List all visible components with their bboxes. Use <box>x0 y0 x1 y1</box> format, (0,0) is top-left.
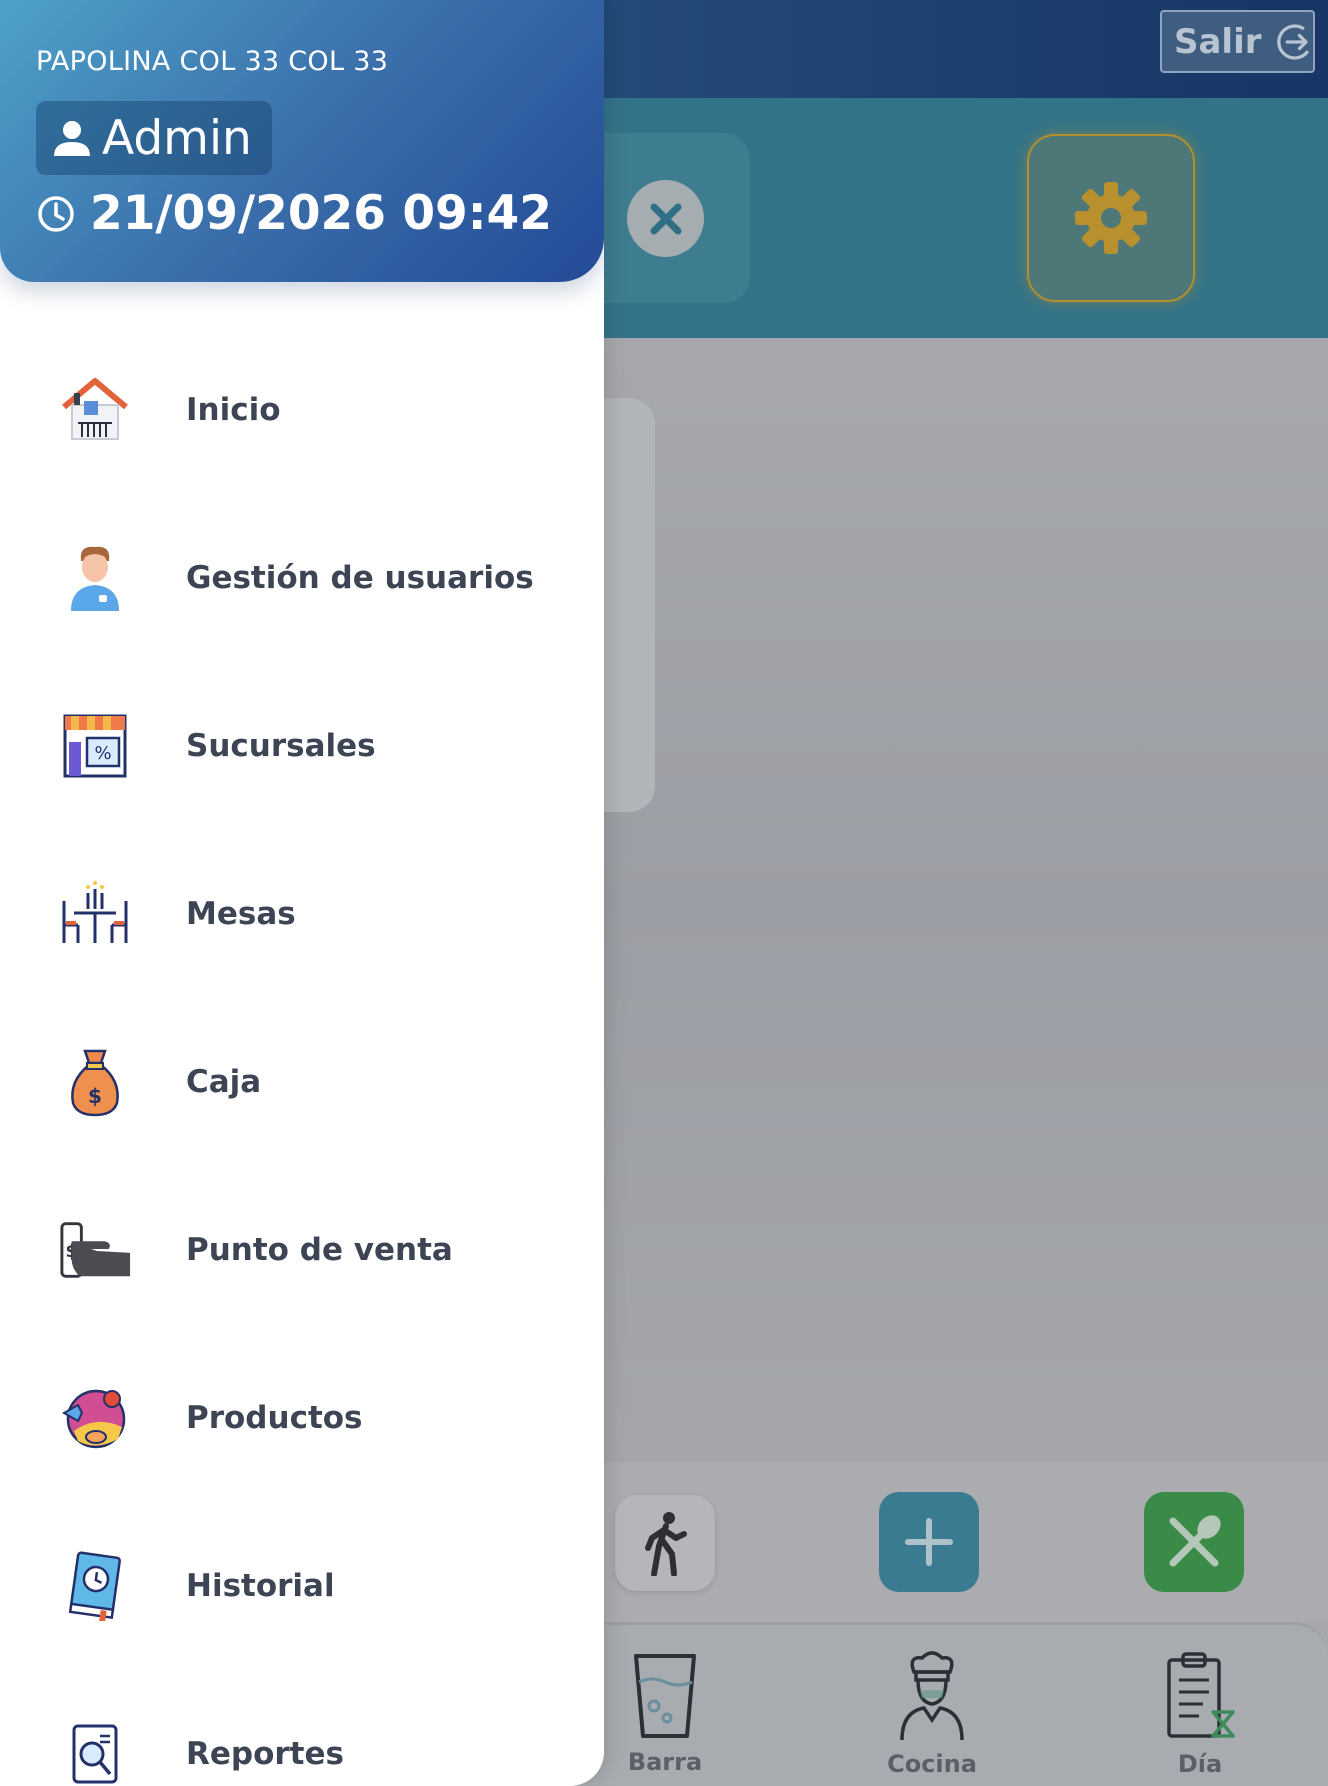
walk-in-button[interactable] <box>615 1495 715 1591</box>
history-book-icon <box>58 1549 132 1623</box>
menu-label-historial: Historial <box>186 1568 335 1604</box>
glass-icon <box>634 1654 696 1738</box>
menu-item-sucursales[interactable]: % Sucursales <box>0 662 604 830</box>
gear-icon <box>1075 182 1147 254</box>
menu-item-punto-venta[interactable]: $ Punto de venta <box>0 1166 604 1334</box>
nav-label-barra: Barra <box>627 1748 703 1776</box>
store-icon: % <box>58 709 132 783</box>
user-profile-icon <box>58 541 132 615</box>
nav-item-cocina[interactable]: Cocina <box>852 1650 1012 1780</box>
svg-text:$: $ <box>88 1084 102 1108</box>
menu-item-historial[interactable]: Historial <box>0 1502 604 1670</box>
logout-button[interactable]: Salir <box>1160 10 1315 73</box>
dine-in-button[interactable] <box>1144 1492 1244 1592</box>
clipboard-hourglass-icon <box>1167 1652 1235 1738</box>
menu-item-mesas[interactable]: Mesas <box>0 830 604 998</box>
table-icon <box>58 877 132 951</box>
menu-label-gestion-usuarios: Gestión de usuarios <box>186 560 534 596</box>
drawer-menu: Inicio Gestión de usuarios % Sucursales … <box>0 326 604 1786</box>
user-name: Admin <box>102 110 252 166</box>
settings-button[interactable] <box>1027 134 1195 302</box>
branch-name: PAPOLINA COL 33 COL 33 <box>36 46 389 77</box>
close-icon <box>650 203 681 234</box>
payment-hand-icon: $ <box>58 1213 132 1287</box>
menu-item-productos[interactable]: Productos <box>0 1334 604 1502</box>
user-chip: Admin <box>36 101 272 175</box>
menu-item-inicio[interactable]: Inicio <box>0 326 604 494</box>
menu-label-inicio: Inicio <box>186 392 281 428</box>
nav-label-cocina: Cocina <box>887 1750 977 1778</box>
nav-item-dia[interactable]: Día <box>1120 1650 1280 1780</box>
svg-text:%: % <box>94 743 111 764</box>
menu-item-reportes[interactable]: Reportes <box>0 1670 604 1786</box>
menu-label-caja: Caja <box>186 1064 262 1100</box>
logout-label: Salir <box>1174 21 1262 62</box>
chef-icon <box>900 1651 964 1741</box>
food-plate-icon <box>58 1381 132 1455</box>
menu-label-mesas: Mesas <box>186 896 296 932</box>
add-button[interactable] <box>879 1492 979 1592</box>
menu-item-caja[interactable]: $ Caja <box>0 998 604 1166</box>
menu-label-productos: Productos <box>186 1400 363 1436</box>
side-drawer: PAPOLINA COL 33 COL 33 Admin 21/09/2026 … <box>0 0 604 1786</box>
menu-label-reportes: Reportes <box>186 1736 344 1772</box>
plus-icon <box>905 1518 953 1566</box>
close-button[interactable] <box>627 180 704 257</box>
drawer-header: PAPOLINA COL 33 COL 33 Admin 21/09/2026 … <box>0 0 604 282</box>
report-icon <box>58 1717 132 1786</box>
nav-item-barra[interactable]: Barra <box>585 1650 745 1780</box>
logout-icon <box>1276 23 1312 60</box>
money-bag-icon: $ <box>58 1045 132 1119</box>
datetime-text: 21/09/2026 09:42 <box>90 186 552 241</box>
menu-label-punto-venta: Punto de venta <box>186 1232 453 1268</box>
house-icon <box>58 373 132 447</box>
datetime: 21/09/2026 09:42 <box>36 186 552 241</box>
nav-label-dia: Día <box>1177 1750 1223 1778</box>
clock-icon <box>38 195 74 232</box>
menu-item-gestion-usuarios[interactable]: Gestión de usuarios <box>0 494 604 662</box>
user-icon <box>54 121 90 156</box>
menu-label-sucursales: Sucursales <box>186 728 376 764</box>
walking-person-icon <box>645 1512 687 1576</box>
utensils-icon <box>1169 1515 1221 1567</box>
